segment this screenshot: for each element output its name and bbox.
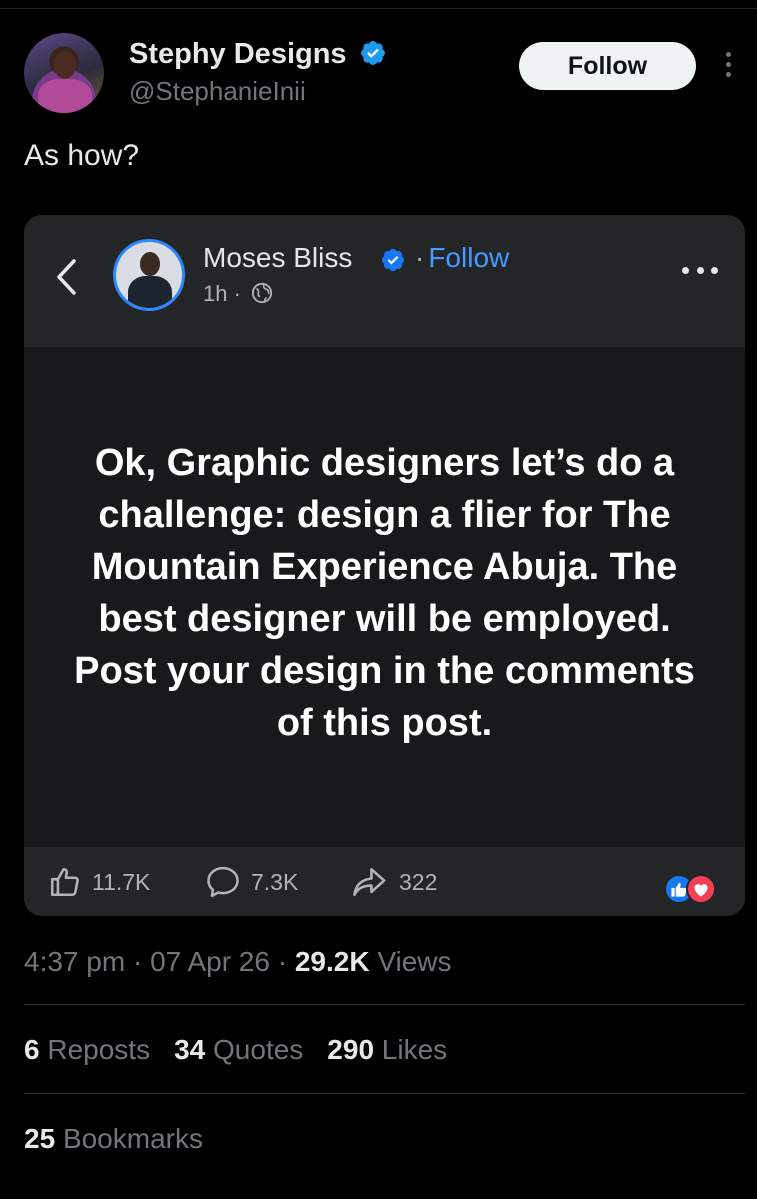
tweet-date: 07 Apr 26: [150, 946, 270, 977]
more-vertical-icon[interactable]: [718, 52, 738, 82]
embedded-post-header: Moses Bliss · Follow 1h ·: [24, 215, 745, 347]
embedded-follow-label: Follow: [428, 242, 510, 273]
time-separator: ·: [233, 281, 241, 306]
thumbs-up-icon: [50, 867, 79, 897]
divider: [24, 1004, 745, 1005]
embedded-time-value: 1h: [203, 281, 228, 306]
embedded-shares-stat: 322: [351, 867, 437, 897]
likes-label: Likes: [381, 1034, 448, 1065]
embedded-comments-stat: 7.3K: [205, 866, 299, 898]
likes-link[interactable]: 290 Likes: [327, 1034, 447, 1066]
author-handle[interactable]: @StephanieInii: [129, 76, 306, 107]
tweet-time: 4:37 pm: [24, 946, 126, 977]
reposts-link[interactable]: 6 Reposts: [24, 1034, 150, 1066]
follow-separator: ·: [415, 242, 425, 273]
meta-separator: ·: [132, 946, 143, 977]
top-divider: [0, 8, 757, 9]
embedded-likes-count: 11.7K: [92, 868, 151, 895]
bookmarks-count: 25: [24, 1123, 56, 1154]
views-label: Views: [377, 946, 452, 977]
bookmarks-label: Bookmarks: [62, 1123, 203, 1154]
quotes-label: Quotes: [213, 1034, 304, 1065]
love-reaction-icon: [686, 874, 716, 904]
verified-badge-icon: [381, 248, 405, 272]
author-name[interactable]: Stephy Designs: [129, 38, 347, 71]
quotes-link[interactable]: 34 Quotes: [174, 1034, 303, 1066]
more-horizontal-icon: [682, 267, 718, 277]
embedded-shares-count: 322: [399, 868, 438, 895]
embedded-post-text: Ok, Graphic designers let’s do a challen…: [74, 442, 695, 744]
globe-icon: [251, 282, 273, 304]
embedded-post-body: Ok, Graphic designers let’s do a challen…: [24, 347, 745, 847]
bookmarks-link[interactable]: 25 Bookmarks: [24, 1123, 203, 1155]
reactions-group: [664, 874, 724, 906]
embedded-comments-count: 7.3K: [251, 868, 299, 895]
embedded-author-avatar: [113, 239, 185, 311]
back-chevron-icon: [57, 259, 76, 295]
embedded-post-footer: 11.7K 7.3K 322: [24, 847, 745, 916]
share-icon: [353, 867, 386, 897]
embedded-follow-link: · Follow: [415, 242, 509, 274]
views-count: 29.2K: [294, 946, 370, 977]
divider: [24, 1093, 745, 1094]
quotes-count: 34: [174, 1034, 206, 1065]
reposts-count: 6: [24, 1034, 40, 1065]
embedded-post-card[interactable]: Moses Bliss · Follow 1h · Ok, Graphic des…: [24, 215, 745, 916]
tweet-text: As how?: [24, 139, 140, 172]
comment-icon: [207, 866, 239, 898]
follow-button[interactable]: Follow: [519, 42, 696, 90]
meta-separator: ·: [277, 946, 288, 977]
reposts-label: Reposts: [47, 1034, 151, 1065]
embedded-author-name: Moses Bliss: [203, 242, 353, 273]
engagement-counts: 6 Reposts 34 Quotes 290 Likes: [24, 1034, 447, 1066]
likes-count: 290: [327, 1034, 375, 1065]
tweet-meta[interactable]: 4:37 pm · 07 Apr 26 · 29.2K Views: [24, 946, 452, 978]
verified-badge-icon: [361, 41, 385, 65]
embedded-likes-stat: 11.7K: [48, 867, 150, 897]
author-avatar[interactable]: [24, 33, 104, 113]
embedded-post-time: 1h ·: [203, 281, 241, 307]
